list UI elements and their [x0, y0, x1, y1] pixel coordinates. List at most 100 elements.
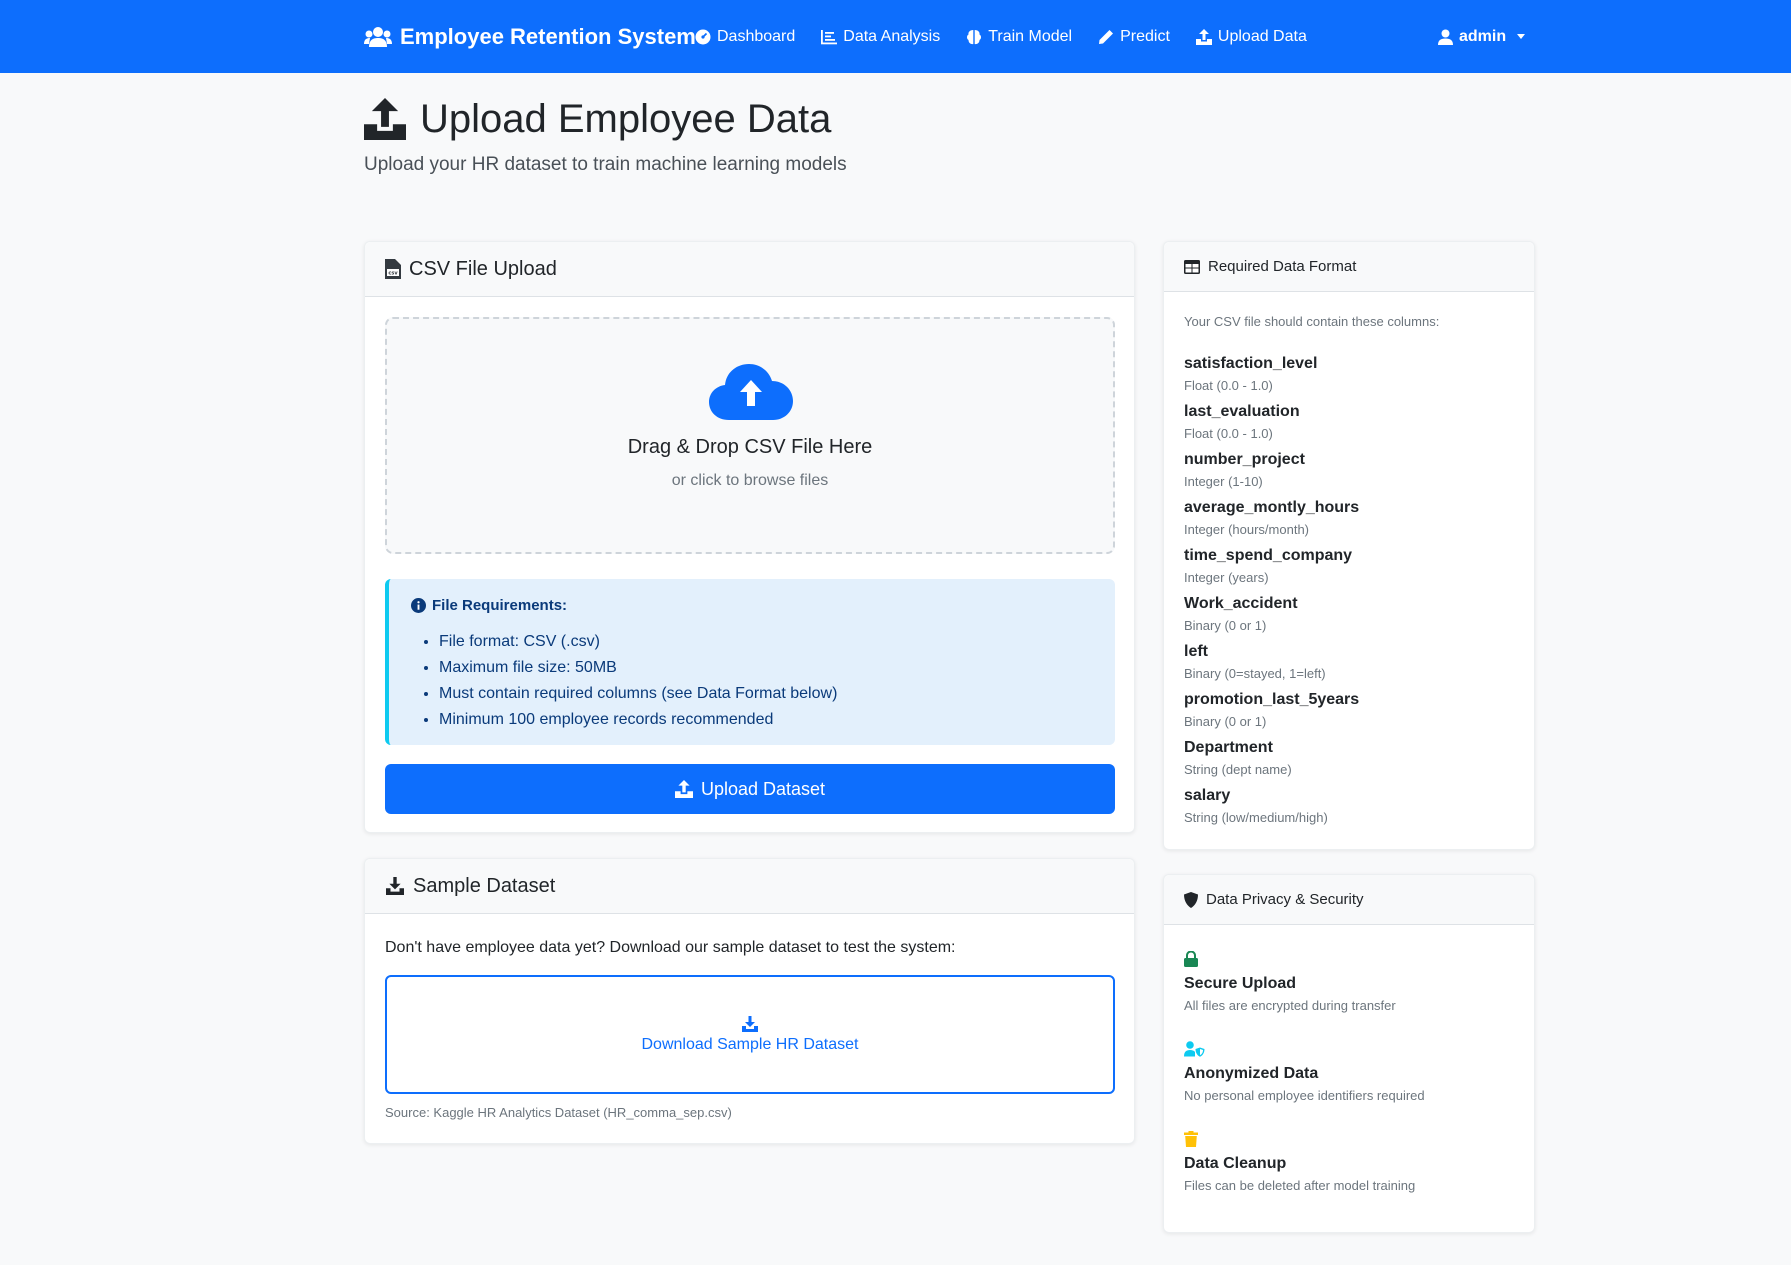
data-format-intro: Your CSV file should contain these colum…	[1184, 314, 1440, 329]
download-icon	[742, 1015, 758, 1032]
download-sample-label: Download Sample HR Dataset	[641, 1035, 859, 1053]
list-item: Secure Upload All files are encrypted du…	[1184, 947, 1425, 1037]
nav-upload-data[interactable]: Upload Data	[1195, 28, 1307, 46]
column-type: Integer (hours/month)	[1184, 522, 1310, 537]
nav-data-analysis-label: Data Analysis	[843, 28, 941, 45]
list-item: salary String (low/medium/high)	[1184, 784, 1359, 832]
page-subtitle: Upload your HR dataset to train machine …	[364, 154, 847, 175]
column-name: satisfaction_level	[1184, 355, 1318, 372]
sample-description: Don't have employee data yet? Download o…	[385, 939, 956, 956]
chart-icon	[821, 30, 838, 45]
column-type: Integer (1-10)	[1184, 474, 1263, 489]
column-name: promotion_last_5years	[1184, 691, 1360, 708]
cloud-upload-icon	[709, 364, 793, 420]
nav-upload-data-label: Upload Data	[1217, 28, 1307, 45]
privacy-item-title: Anonymized Data	[1184, 1065, 1319, 1082]
column-name: salary	[1184, 787, 1231, 804]
privacy-item-title: Secure Upload	[1184, 975, 1297, 992]
user-menu[interactable]: admin	[1438, 22, 1526, 52]
list-item: number_project Integer (1-10)	[1184, 448, 1359, 496]
dropzone-subtitle: or click to browse files	[671, 472, 829, 489]
data-privacy-card: Data Privacy & Security Secure Upload Al…	[1163, 874, 1535, 1233]
nav-links: Dashboard Data Analysis Train Model Pred…	[695, 22, 1333, 52]
column-name: Department	[1184, 739, 1273, 756]
brand[interactable]: Employee Retention System	[364, 22, 696, 52]
dropzone-title: Drag & Drop CSV File Here	[627, 436, 873, 458]
data-privacy-header: Data Privacy & Security	[1164, 875, 1534, 925]
sample-dataset-title: Sample Dataset	[413, 874, 556, 897]
nav-train-model-label: Train Model	[988, 28, 1073, 45]
data-format-header: Required Data Format	[1164, 242, 1534, 292]
list-item: last_evaluation Float (0.0 - 1.0)	[1184, 400, 1359, 448]
file-requirements-alert: File Requirements: File format: CSV (.cs…	[385, 579, 1115, 745]
data-format-card: Required Data Format Your CSV file shoul…	[1163, 241, 1535, 850]
list-item: Must contain required columns (see Data …	[439, 681, 837, 707]
column-type: Integer (years)	[1184, 570, 1269, 585]
column-type: Binary (0 or 1)	[1184, 618, 1267, 633]
info-circle-icon	[411, 598, 426, 613]
list-item: File format: CSV (.csv)	[439, 629, 837, 655]
column-type: Binary (0=stayed, 1=left)	[1184, 666, 1326, 681]
column-name: time_spend_company	[1184, 547, 1353, 564]
privacy-list: Secure Upload All files are encrypted du…	[1184, 947, 1425, 1217]
page-title-text: Upload Employee Data	[420, 96, 832, 141]
dropzone[interactable]: Drag & Drop CSV File Here or click to br…	[385, 317, 1115, 554]
list-item: average_montly_hours Integer (hours/mont…	[1184, 496, 1359, 544]
list-item: Work_accident Binary (0 or 1)	[1184, 592, 1359, 640]
column-name: left	[1184, 643, 1208, 660]
csv-upload-header: csv CSV File Upload	[365, 242, 1134, 297]
nav-data-analysis[interactable]: Data Analysis	[821, 28, 940, 46]
csv-file-icon: csv	[385, 259, 401, 279]
data-format-title: Required Data Format	[1208, 258, 1357, 275]
column-type: Binary (0 or 1)	[1184, 714, 1267, 729]
lock-icon	[1184, 951, 1198, 967]
upload-dataset-label: Upload Dataset	[700, 778, 826, 799]
nav-train-model[interactable]: Train Model	[966, 28, 1072, 46]
brain-icon	[967, 30, 982, 45]
list-item: promotion_last_5years Binary (0 or 1)	[1184, 688, 1359, 736]
upload-dataset-button[interactable]: Upload Dataset	[385, 764, 1115, 814]
dataset-source: Source: Kaggle HR Analytics Dataset (HR_…	[385, 1105, 732, 1120]
csv-upload-title: CSV File Upload	[409, 257, 557, 280]
list-item: Anonymized Data No personal employee ide…	[1184, 1037, 1425, 1127]
upload-icon	[674, 780, 693, 798]
list-item: Maximum file size: 50MB	[439, 655, 837, 681]
svg-text:csv: csv	[388, 271, 398, 277]
csv-upload-card: csv CSV File Upload Drag & Drop CSV File…	[364, 241, 1135, 833]
column-type: String (dept name)	[1184, 762, 1292, 777]
upload-icon	[364, 98, 406, 140]
nav-predict[interactable]: Predict	[1098, 28, 1170, 46]
privacy-item-desc: All files are encrypted during transfer	[1184, 998, 1396, 1013]
list-item: time_spend_company Integer (years)	[1184, 544, 1359, 592]
upload-icon	[1195, 29, 1212, 45]
user-name: admin	[1459, 28, 1507, 45]
column-type: Float (0.0 - 1.0)	[1184, 426, 1273, 441]
users-icon	[364, 27, 392, 47]
list-item: Department String (dept name)	[1184, 736, 1359, 784]
nav-dashboard-label: Dashboard	[717, 28, 796, 45]
requirements-heading: File Requirements:	[411, 597, 567, 614]
user-shield-icon	[1184, 1041, 1205, 1057]
list-item: Data Cleanup Files can be deleted after …	[1184, 1127, 1425, 1217]
privacy-item-desc: Files can be deleted after model trainin…	[1184, 1178, 1416, 1193]
pencil-icon	[1099, 30, 1114, 44]
tachometer-icon	[695, 29, 711, 45]
sample-dataset-header: Sample Dataset	[365, 859, 1134, 914]
privacy-item-title: Data Cleanup	[1184, 1155, 1287, 1172]
requirements-title: File Requirements:	[432, 597, 568, 614]
caret-down-icon	[1517, 34, 1526, 39]
column-type: String (low/medium/high)	[1184, 810, 1328, 825]
column-list: satisfaction_level Float (0.0 - 1.0) las…	[1184, 352, 1359, 832]
user-icon	[1438, 29, 1453, 45]
nav-dashboard[interactable]: Dashboard	[695, 28, 795, 46]
column-name: number_project	[1184, 451, 1305, 468]
column-name: last_evaluation	[1184, 403, 1300, 420]
page-title: Upload Employee Data	[364, 94, 831, 144]
brand-label: Employee Retention System	[400, 24, 696, 49]
column-type: Float (0.0 - 1.0)	[1184, 378, 1273, 393]
column-name: Work_accident	[1184, 595, 1298, 612]
download-sample-button[interactable]: Download Sample HR Dataset	[385, 975, 1115, 1094]
requirements-list: File format: CSV (.csv) Maximum file siz…	[439, 629, 837, 733]
column-name: average_montly_hours	[1184, 499, 1360, 516]
navbar: Employee Retention System Dashboard Data…	[0, 0, 1791, 73]
